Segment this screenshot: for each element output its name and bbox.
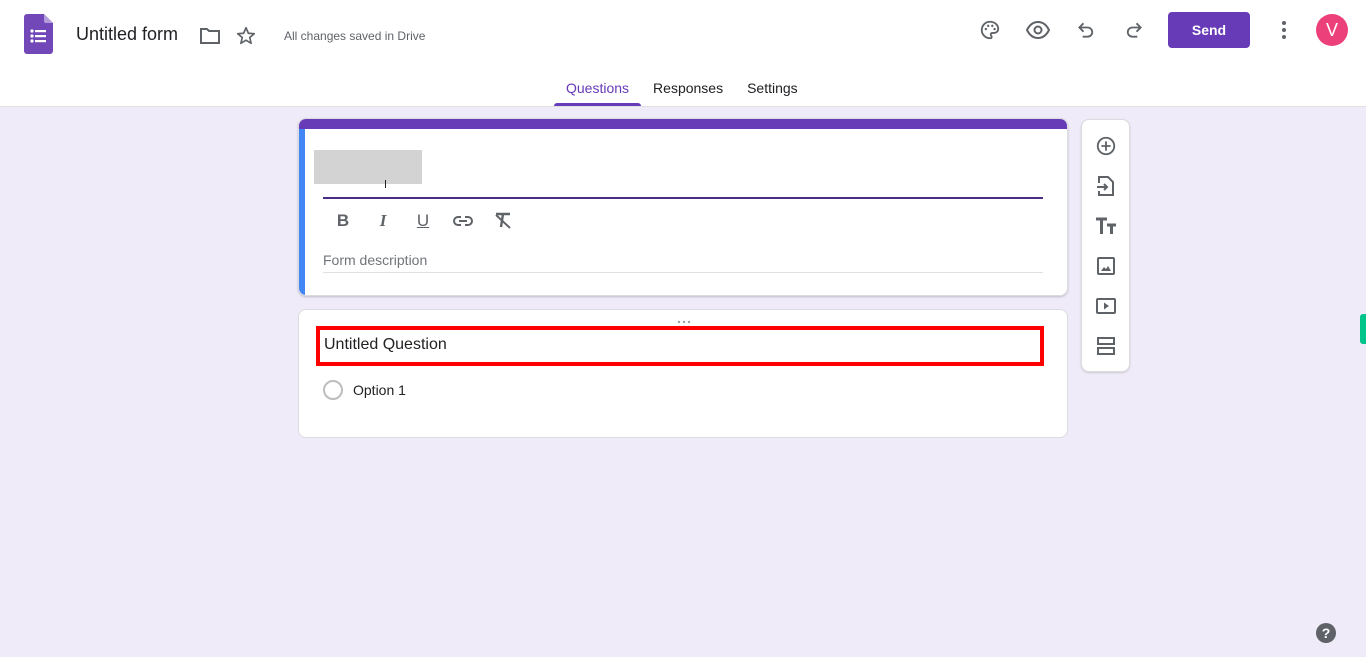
form-title-input-redacted[interactable]	[314, 150, 422, 184]
underline-icon: U	[416, 211, 430, 230]
add-title-button[interactable]	[1094, 214, 1118, 238]
help-icon[interactable]: ?	[1316, 623, 1336, 643]
add-section-button[interactable]	[1094, 334, 1118, 358]
italic-icon: I	[379, 211, 387, 230]
add-question-button[interactable]	[1094, 134, 1118, 158]
palette-icon[interactable]	[978, 18, 1002, 42]
send-button[interactable]: Send	[1168, 12, 1250, 48]
link-button[interactable]	[451, 209, 475, 233]
tab-settings[interactable]: Settings	[735, 78, 810, 106]
accent-bar	[299, 119, 1067, 129]
italic-button[interactable]: I	[371, 209, 395, 233]
folder-icon[interactable]	[198, 24, 222, 48]
undo-icon[interactable]	[1074, 18, 1098, 42]
focus-indicator	[299, 129, 305, 295]
title-icon	[1096, 217, 1116, 234]
form-header-card: B I U Form description	[298, 118, 1068, 296]
import-questions-button[interactable]	[1094, 174, 1118, 198]
add-video-button[interactable]	[1094, 294, 1118, 318]
clear-formatting-icon	[495, 212, 511, 229]
form-description-input[interactable]: Form description	[323, 252, 1043, 273]
clear-formatting-button[interactable]	[491, 209, 515, 233]
video-icon	[1096, 298, 1116, 314]
star-icon[interactable]	[234, 24, 258, 48]
save-status: All changes saved in Drive	[284, 29, 426, 43]
google-forms-icon[interactable]	[24, 14, 53, 54]
section-icon	[1097, 337, 1115, 355]
app-header: Untitled form All changes saved in Drive…	[0, 0, 1366, 107]
tab-bar: Questions Responses Settings	[554, 78, 810, 106]
text-cursor	[385, 180, 386, 188]
bold-icon: B	[336, 211, 350, 230]
option-radio[interactable]	[323, 380, 343, 400]
underline-button[interactable]: U	[411, 209, 435, 233]
import-icon	[1097, 176, 1114, 196]
title-underline	[323, 197, 1043, 199]
tab-responses[interactable]: Responses	[641, 78, 735, 106]
link-icon	[453, 216, 473, 226]
image-icon	[1097, 257, 1115, 275]
side-toolbar	[1081, 119, 1130, 372]
more-vert-icon[interactable]	[1272, 18, 1296, 42]
question-title-input[interactable]: Untitled Question	[316, 326, 1044, 366]
add-image-button[interactable]	[1094, 254, 1118, 278]
form-title[interactable]: Untitled form	[76, 24, 178, 45]
option-label[interactable]: Option 1	[353, 382, 406, 398]
side-panel-tab[interactable]	[1360, 314, 1366, 344]
question-card: Untitled Question Option 1	[298, 309, 1068, 438]
avatar[interactable]: V	[1316, 14, 1348, 46]
bold-button[interactable]: B	[331, 209, 355, 233]
redo-icon[interactable]	[1122, 18, 1146, 42]
add-circle-icon	[1096, 136, 1116, 156]
tab-questions[interactable]: Questions	[554, 78, 642, 106]
eye-icon[interactable]	[1026, 18, 1050, 42]
